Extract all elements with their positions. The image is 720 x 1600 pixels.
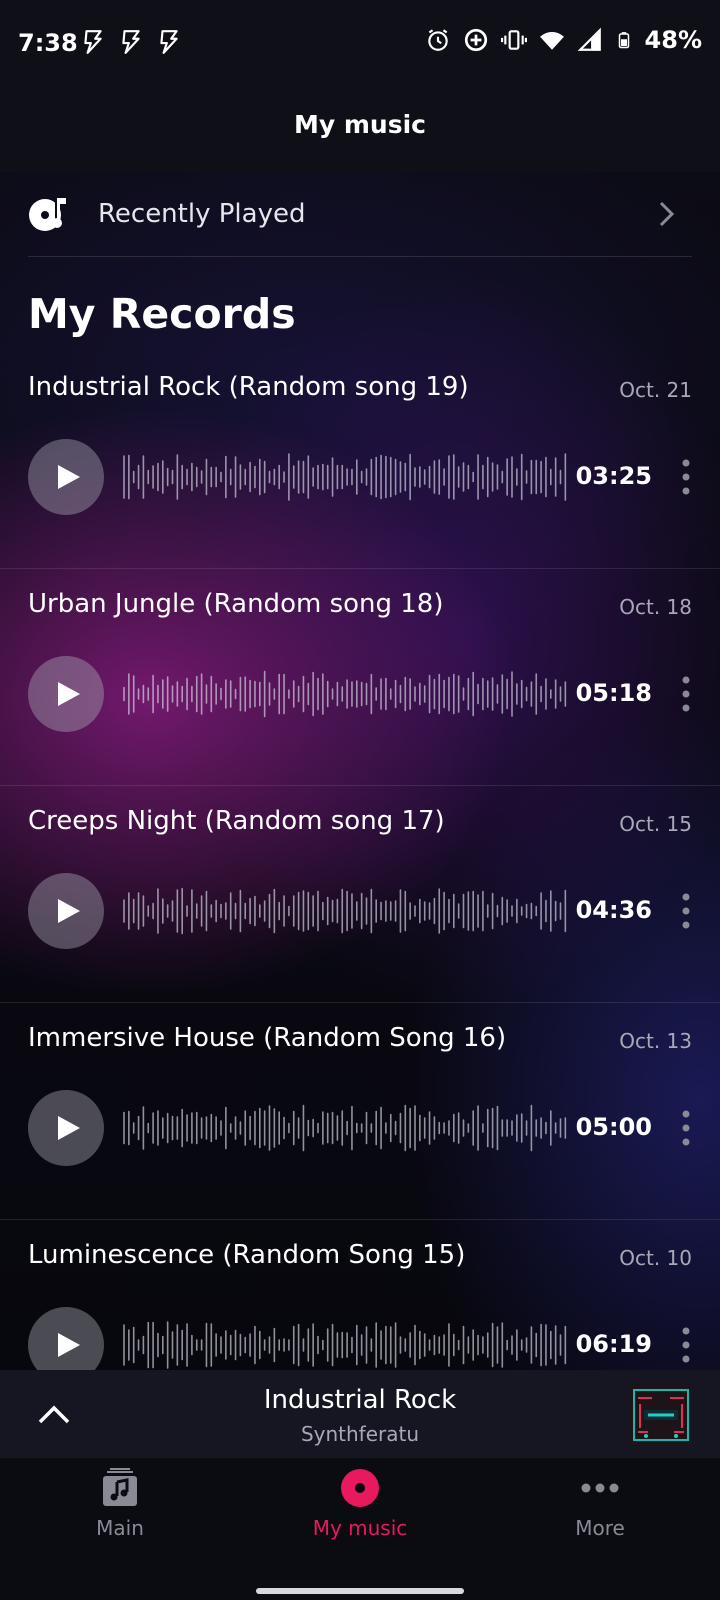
system-icons: 48%: [425, 26, 702, 54]
music-note-icon: [103, 1468, 137, 1506]
record-date: Oct. 13: [619, 1029, 692, 1053]
play-icon: [58, 682, 80, 706]
status-bar: 7:38 48%: [0, 0, 720, 86]
record-title[interactable]: Creeps Night (Random song 17): [28, 806, 445, 836]
play-button[interactable]: [28, 656, 104, 732]
battery-icon: [618, 32, 629, 49]
nav-label-main: Main: [96, 1516, 144, 1540]
record-item: Immersive House (Random Song 16) Oct. 13…: [0, 1003, 720, 1220]
lightning-icon: [160, 30, 178, 54]
records-list[interactable]: Industrial Rock (Random song 19) Oct. 21…: [0, 352, 720, 1370]
record-duration: 03:25: [575, 462, 652, 490]
record-title[interactable]: Immersive House (Random Song 16): [28, 1023, 506, 1053]
play-button[interactable]: [28, 1090, 104, 1166]
nav-label-more: More: [575, 1516, 625, 1540]
chevron-right-icon: [659, 201, 675, 227]
record-item: Creeps Night (Random song 17) Oct. 15 04…: [0, 786, 720, 1003]
more-vert-icon[interactable]: [680, 674, 692, 714]
more-vert-icon[interactable]: [680, 1325, 692, 1365]
record-title[interactable]: Luminescence (Random Song 15): [28, 1240, 465, 1270]
record-date: Oct. 21: [619, 378, 692, 402]
record-date: Oct. 15: [619, 812, 692, 836]
waveform[interactable]: [122, 886, 572, 936]
page-title: My music: [294, 110, 426, 139]
mini-player[interactable]: Industrial Rock Synthferatu: [0, 1370, 720, 1458]
battery-percent: 48%: [644, 26, 702, 54]
nav-tab-main[interactable]: Main: [0, 1468, 240, 1558]
more-dots-icon: [581, 1483, 619, 1493]
app-header: My music: [0, 86, 720, 172]
nav-tab-more[interactable]: More: [480, 1468, 720, 1558]
play-button[interactable]: [28, 873, 104, 949]
more-vert-icon[interactable]: [680, 1108, 692, 1148]
album-art: [630, 1384, 692, 1446]
play-icon: [58, 1116, 80, 1140]
play-button[interactable]: [28, 1307, 104, 1370]
play-icon: [58, 1333, 80, 1357]
recently-played-label: Recently Played: [98, 199, 306, 229]
waveform[interactable]: [122, 1320, 572, 1370]
more-vert-icon[interactable]: [680, 457, 692, 497]
nav-tab-my-music[interactable]: My music: [240, 1468, 480, 1558]
play-button[interactable]: [28, 439, 104, 515]
player-artist: Synthferatu: [300, 1422, 420, 1446]
vibrate-icon: [500, 30, 527, 50]
waveform[interactable]: [122, 1103, 572, 1153]
notification-icons: [80, 28, 182, 56]
record-item: Industrial Rock (Random song 19) Oct. 21…: [0, 352, 720, 569]
waveform[interactable]: [122, 669, 572, 719]
record-duration: 05:18: [575, 679, 652, 707]
record-date: Oct. 18: [619, 595, 692, 619]
lightning-icon: [84, 30, 102, 54]
data-saver-icon: [464, 28, 487, 52]
record-item: Luminescence (Random Song 15) Oct. 10 06…: [0, 1220, 720, 1370]
home-indicator: [256, 1588, 464, 1594]
status-time: 7:38: [18, 29, 78, 57]
recently-played-row[interactable]: Recently Played: [28, 172, 692, 257]
record-date: Oct. 10: [619, 1246, 692, 1270]
record-title[interactable]: Urban Jungle (Random song 18): [28, 589, 444, 619]
nav-label-my-music: My music: [312, 1516, 408, 1540]
more-vert-icon[interactable]: [680, 891, 692, 931]
play-icon: [58, 465, 80, 489]
wifi-icon: [539, 32, 564, 50]
alarm-icon: [427, 29, 448, 51]
waveform[interactable]: [122, 452, 572, 502]
record-title[interactable]: Industrial Rock (Random song 19): [28, 372, 469, 402]
section-title: My Records: [28, 290, 296, 338]
record-duration: 04:36: [575, 896, 652, 924]
play-icon: [58, 899, 80, 923]
bottom-navigation: Main My music More: [0, 1458, 720, 1600]
record-duration: 05:00: [575, 1113, 652, 1141]
signal-icon: [577, 27, 601, 51]
record-item: Urban Jungle (Random song 18) Oct. 18 05…: [0, 569, 720, 786]
player-song-title: Industrial Rock: [263, 1385, 457, 1415]
record-icon: [341, 1469, 379, 1507]
vinyl-note-icon: [29, 198, 66, 231]
lightning-icon: [122, 30, 140, 54]
record-duration: 06:19: [575, 1330, 652, 1358]
